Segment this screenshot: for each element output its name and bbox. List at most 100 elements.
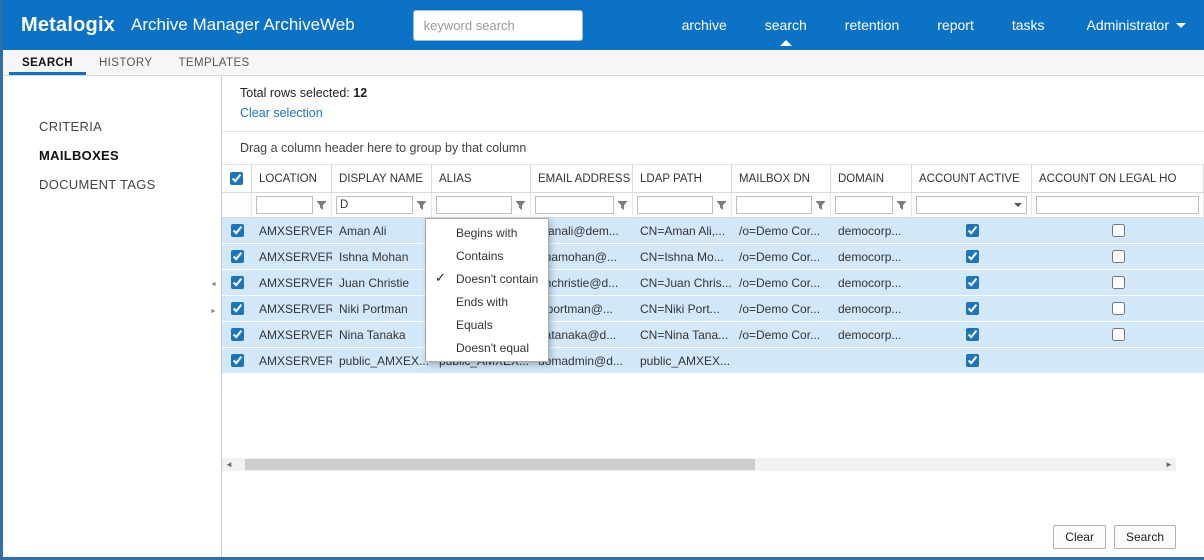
app-frame: Metalogix Archive Manager ArchiveWeb arc… — [0, 0, 1204, 560]
horizontal-scrollbar[interactable]: ◄ ► — [222, 458, 1176, 471]
filter-funnel-icon[interactable] — [316, 200, 327, 211]
keyword-search-input[interactable] — [412, 9, 583, 41]
mailbox-grid: LOCATION DISPLAY NAME ALIAS EMAIL ADDRESS LD… — [222, 165, 1204, 374]
nav-report[interactable]: report — [937, 17, 974, 33]
scroll-right-icon[interactable]: ► — [1162, 458, 1176, 471]
cell-mailbox-dn — [732, 348, 831, 373]
filter-input-mailbox-dn[interactable] — [736, 196, 812, 214]
filter-funnel-icon[interactable] — [815, 200, 826, 211]
cell-legal-hold — [1032, 244, 1204, 269]
cell-legal-hold — [1032, 296, 1204, 321]
cell-display-name: Aman Ali — [339, 223, 387, 238]
cell-legal-hold — [1032, 218, 1204, 243]
chevron-down-icon — [1014, 203, 1022, 207]
splitter-expand-icon[interactable]: ► — [210, 308, 217, 315]
column-header-alias[interactable]: ALIAS — [432, 165, 531, 193]
user-menu[interactable]: Administrator — [1087, 17, 1186, 33]
cell-sel — [222, 218, 252, 243]
column-header-mailbox-dn[interactable]: MAILBOX DN — [732, 165, 831, 193]
column-header-email[interactable]: EMAIL ADDRESS — [531, 165, 633, 193]
cell-sel — [222, 322, 252, 347]
filter-funnel-icon[interactable] — [617, 200, 628, 211]
table-row[interactable]: AMXSERVERpublic_AMXEX...public_AMXEX...u… — [222, 348, 1204, 374]
filter-input-alias[interactable] — [436, 196, 512, 214]
splitter-collapse-icon[interactable]: ◄ — [210, 281, 217, 288]
table-row[interactable]: AMXSERVER Aman Ali manali@dem... CN=Aman Al… — [222, 218, 1204, 244]
sidebar-item-criteria[interactable]: CRITERIA — [3, 112, 221, 141]
table-row[interactable]: AMXSERVER Nina Tanaka natanaka@d... CN=Nina… — [222, 322, 1204, 348]
scrollbar-track[interactable] — [236, 458, 1162, 471]
column-header-legal-hold[interactable]: ACCOUNT ON LEGAL HO — [1032, 165, 1204, 193]
row-select-checkbox[interactable] — [230, 354, 244, 367]
column-header-location[interactable]: LOCATION — [252, 165, 332, 193]
cell-account-active — [912, 218, 1032, 243]
tab-templates[interactable]: TEMPLATES — [165, 50, 262, 75]
menu-item-label: Begins with — [456, 225, 518, 240]
filter-cell-alias — [432, 193, 531, 218]
sidebar-item-document-tags[interactable]: DOCUMENT TAGS — [3, 170, 221, 199]
row-select-checkbox[interactable] — [230, 250, 244, 263]
app-title: Archive Manager ArchiveWeb — [131, 15, 355, 34]
account-active-checkbox — [965, 224, 979, 237]
scrollbar-thumb[interactable] — [245, 459, 755, 470]
column-header-account-active[interactable]: ACCOUNT ACTIVE — [912, 165, 1032, 193]
filter-input-email[interactable] — [535, 196, 614, 214]
cell-domain: democorp... — [838, 301, 902, 316]
legal-hold-checkbox — [1111, 302, 1125, 315]
selection-summary: Total rows selected: 12 Clear selection — [222, 76, 1204, 132]
filter-funnel-icon[interactable] — [716, 200, 727, 211]
scroll-left-icon[interactable]: ◄ — [222, 458, 236, 471]
cell-legal-hold — [1032, 322, 1204, 347]
search-button[interactable]: Search — [1113, 525, 1176, 549]
row-select-checkbox[interactable] — [230, 328, 244, 341]
filter-input-domain[interactable] — [835, 196, 893, 214]
total-rows-label: Total rows selected: — [240, 86, 350, 100]
nav-search[interactable]: search — [765, 17, 807, 46]
cell-account-active — [912, 348, 1032, 373]
table-row[interactable]: AMXSERVER Niki Portman kiportman@... CN=Nik… — [222, 296, 1204, 322]
sidebar-item-mailboxes[interactable]: MAILBOXES — [3, 141, 221, 170]
menu-item-ends-with[interactable]: Ends with — [426, 290, 548, 313]
filter-input-ldap[interactable] — [637, 196, 713, 214]
filter-funnel-icon[interactable] — [416, 200, 427, 211]
filter-funnel-icon[interactable] — [896, 200, 907, 211]
tab-search[interactable]: SEARCH — [9, 50, 86, 75]
table-row[interactable]: AMXSERVER Ishna Mohan hnamohan@... CN=Ishna… — [222, 244, 1204, 270]
menu-item-equals[interactable]: Equals — [426, 313, 548, 336]
filter-input-legal-hold[interactable] — [1036, 196, 1199, 214]
cell-location: AMXSERVER — [259, 353, 332, 368]
column-header-ldap[interactable]: LDAP PATH — [633, 165, 732, 193]
user-name: Administrator — [1086, 17, 1169, 33]
menu-item-contains[interactable]: Contains — [426, 244, 548, 267]
nav-retention[interactable]: retention — [845, 17, 899, 33]
cell-ldap: CN=Ishna Mo... — [640, 249, 724, 264]
cell-account-active — [912, 322, 1032, 347]
column-header-domain[interactable]: DOMAIN — [831, 165, 912, 193]
menu-item-begins-with[interactable]: Begins with — [426, 221, 548, 244]
menu-item-doesn-t-contain[interactable]: ✓ Doesn't contain — [426, 267, 548, 290]
menu-item-label: Contains — [456, 248, 504, 263]
cell-location: AMXSERVER — [259, 223, 332, 238]
clear-button[interactable]: Clear — [1053, 525, 1106, 549]
cell-sel — [222, 348, 252, 373]
tab-history[interactable]: HISTORY — [86, 50, 166, 75]
filter-input-location[interactable] — [256, 196, 313, 214]
cell-mailbox-dn: /o=Demo Cor... — [739, 327, 821, 342]
legal-hold-checkbox — [1111, 328, 1125, 341]
column-header-display-name[interactable]: DISPLAY NAME — [332, 165, 432, 193]
menu-item-doesn-t-equal[interactable]: Doesn't equal — [426, 336, 548, 359]
row-select-checkbox[interactable] — [230, 224, 244, 237]
filter-funnel-icon[interactable] — [515, 200, 526, 211]
cell-legal-hold — [1032, 348, 1204, 373]
filter-input-display-name[interactable] — [336, 196, 413, 214]
nav-archive[interactable]: archive — [682, 17, 727, 33]
row-select-checkbox[interactable] — [230, 302, 244, 315]
clear-selection-link[interactable]: Clear selection — [240, 106, 323, 120]
table-row[interactable]: AMXSERVER Juan Christie anchristie@d... CN=… — [222, 270, 1204, 296]
legal-hold-checkbox — [1111, 224, 1125, 237]
nav-tasks[interactable]: tasks — [1012, 17, 1045, 33]
select-all-checkbox[interactable] — [230, 172, 243, 185]
cell-domain — [831, 348, 912, 373]
filter-dropdown-account-active[interactable] — [916, 196, 1027, 214]
row-select-checkbox[interactable] — [230, 276, 244, 289]
